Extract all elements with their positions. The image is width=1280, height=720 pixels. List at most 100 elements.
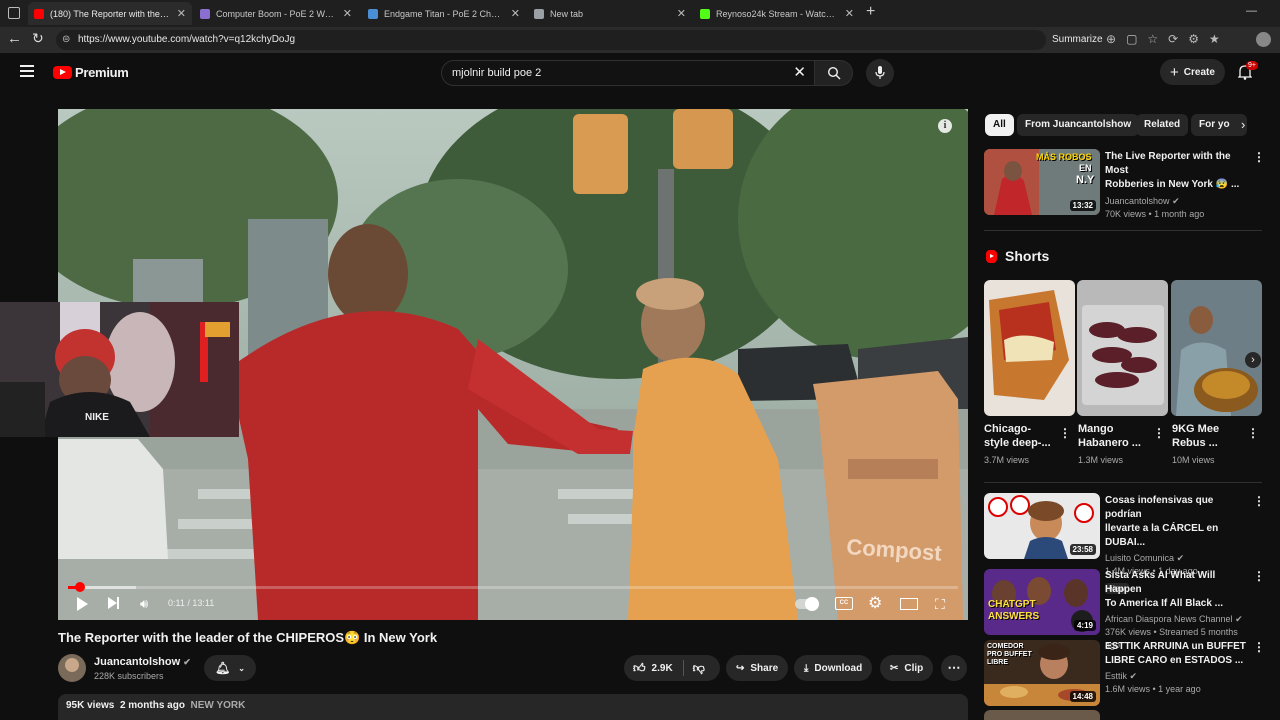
next-rec-thumbnail-partial[interactable] (984, 710, 1100, 720)
chip-related[interactable]: Related (1136, 114, 1189, 136)
short-info[interactable]: Mango Habanero ... 1.3M views (1078, 422, 1158, 467)
url-field[interactable]: ⊜ https://www.youtube.com/watch?v=q12kch… (56, 30, 1046, 50)
favorite-icon[interactable]: ☆ (1147, 32, 1168, 46)
download-button[interactable]: ⤓ Download (794, 655, 873, 681)
minimize-icon[interactable]: — (1246, 5, 1257, 17)
thumbs-down-icon[interactable]: 👎︎ (693, 661, 705, 676)
short-menu-icon[interactable]: ⋮ (1153, 426, 1165, 440)
close-tab-icon[interactable]: ✕ (511, 7, 520, 20)
short-thumbnail[interactable] (984, 280, 1075, 416)
translate-icon[interactable]: ⊕ (1106, 32, 1126, 46)
youtube-header: Premium mjolnir build poe 2 ✕ + Create 9… (0, 53, 1280, 95)
close-tab-icon[interactable]: ✕ (845, 7, 854, 20)
volume-button[interactable]: 🔊︎ (140, 596, 148, 612)
refresh-extension-icon[interactable]: ⟳ (1168, 32, 1188, 46)
svg-text:NIKE: NIKE (85, 412, 109, 423)
rec-thumbnail[interactable]: CHATGPT ANSWERS 4:19 (984, 569, 1100, 635)
reader-icon[interactable]: ▢ (1126, 32, 1147, 46)
tab-title: Reynoso24k Stream - Watch Live (716, 8, 839, 19)
microphone-icon (875, 66, 885, 79)
browser-tab[interactable]: Computer Boom - PoE 2 Warrior ✕ (194, 2, 358, 25)
chip-from-channel[interactable]: From Juancantolshow (1017, 114, 1140, 136)
youtube-logo[interactable]: Premium (53, 65, 129, 80)
divider (984, 482, 1262, 483)
menu-icon[interactable] (20, 65, 34, 77)
close-tab-icon[interactable]: ✕ (677, 7, 686, 20)
shorts-next-icon[interactable]: › (1245, 352, 1261, 368)
channel-name[interactable]: Juancantolshow ✔ (94, 656, 191, 668)
summarize-button[interactable]: Summarize (1052, 34, 1103, 45)
next-button[interactable] (108, 597, 119, 609)
short-info[interactable]: 9KG Mee Rebus ... 10M views (1172, 422, 1252, 467)
next-icon (108, 597, 117, 609)
thumbnail-caption: COMEDOR PRO BUFFET LIBRE (987, 643, 1032, 666)
short-thumbnail[interactable] (1077, 280, 1168, 416)
search-input[interactable]: mjolnir build poe 2 ✕ (441, 60, 815, 86)
create-button[interactable]: + Create (1160, 59, 1225, 85)
rec-title-line1: ESTTIK ARRUINA un BUFFET (1105, 641, 1246, 652)
short-thumbnail[interactable]: › (1171, 280, 1262, 416)
search-button[interactable] (815, 60, 853, 86)
extensions-icon[interactable]: ⚙ (1188, 32, 1209, 46)
captions-button[interactable]: CC (835, 597, 853, 610)
progress-bar[interactable] (68, 582, 958, 592)
rec-menu-icon[interactable]: ⋮ (1253, 494, 1265, 508)
reload-icon[interactable]: ↻ (32, 30, 44, 47)
rec-thumbnail[interactable]: COMEDOR PRO BUFFET LIBRE 14:48 (984, 640, 1100, 706)
new-tab-icon[interactable]: + (866, 3, 875, 21)
tab-actions-icon[interactable] (8, 7, 20, 19)
share-label: Share (750, 662, 779, 674)
subscribe-bell-button[interactable]: 🔔︎ ⌄ (204, 655, 256, 681)
settings-button[interactable]: ⚙ (868, 593, 882, 613)
info-icon[interactable]: i (938, 119, 952, 133)
short-menu-icon[interactable]: ⋮ (1059, 426, 1071, 440)
more-actions-button[interactable]: ⋯ (941, 655, 967, 681)
thumbnail-caption-3: N.Y (1076, 174, 1095, 186)
chips-next-icon[interactable]: › (1241, 117, 1245, 132)
short-menu-icon[interactable]: ⋮ (1247, 426, 1259, 440)
rec-menu-icon[interactable]: ⋮ (1253, 150, 1265, 164)
notifications-button[interactable]: 9+ (1237, 61, 1258, 85)
location-tag[interactable]: NEW YORK (191, 700, 246, 711)
close-tab-icon[interactable]: ✕ (177, 7, 186, 20)
rec-info[interactable]: ESTTIK ARRUINA un BUFFET LIBRE CARO en E… (1105, 640, 1250, 696)
channel-avatar[interactable] (58, 654, 86, 682)
view-count: 95K views (66, 700, 115, 711)
clip-label: Clip (904, 662, 924, 674)
clip-button[interactable]: ✂ Clip (880, 655, 934, 681)
chip-all[interactable]: All (985, 114, 1014, 136)
share-button[interactable]: ↪ Share (726, 655, 789, 681)
rec-menu-icon[interactable]: ⋮ (1253, 640, 1265, 654)
short-title-line2: Habanero ... (1078, 437, 1141, 449)
tab-favicon-icon (368, 8, 378, 19)
theater-mode-button[interactable] (900, 598, 918, 610)
browser-tab[interactable]: (180) The Reporter with the leade ✕ (28, 2, 192, 25)
close-tab-icon[interactable]: ✕ (343, 7, 352, 20)
thumbnail-caption-1: MÁS ROBOS (1036, 152, 1092, 162)
voice-search-button[interactable] (866, 59, 894, 87)
rec-thumbnail[interactable]: MÁS ROBOS EN N.Y 13:32 (984, 149, 1100, 215)
browser-tab-bar: (180) The Reporter with the leade✕Comput… (0, 0, 1280, 27)
thumbs-up-icon: 👍︎ (633, 660, 646, 675)
rec-info[interactable]: The Live Reporter with the Most Robberie… (1105, 150, 1250, 221)
description-box[interactable]: 95K views 2 months ago NEW YORK (58, 694, 968, 720)
url-text: https://www.youtube.com/watch?v=q12kchyD… (78, 34, 296, 45)
profile-avatar[interactable] (1256, 32, 1271, 47)
short-info[interactable]: Chicago- style deep-... 3.7M views (984, 422, 1064, 467)
chip-for-you[interactable]: For yo (1191, 114, 1247, 136)
rec-thumbnail[interactable]: 23:58 (984, 493, 1100, 559)
like-button[interactable]: 👍︎ 2.9K 👎︎ (624, 655, 720, 681)
autoplay-toggle[interactable] (795, 597, 819, 611)
back-icon[interactable]: ← (7, 30, 22, 47)
browser-tab[interactable]: Endgame Titan - PoE 2 Character ✕ (362, 2, 526, 25)
rec-menu-icon[interactable]: ⋮ (1253, 569, 1265, 583)
site-info-icon[interactable]: ⊜ (62, 30, 70, 50)
browser-tab[interactable]: New tab ✕ (528, 2, 692, 25)
verified-icon: ✔ (1172, 196, 1180, 206)
fullscreen-button[interactable]: ⛶ (935, 596, 945, 613)
collections-icon[interactable]: ★ (1209, 32, 1230, 46)
browser-tab[interactable]: Reynoso24k Stream - Watch Live ✕ (694, 2, 860, 25)
clear-search-icon[interactable]: ✕ (793, 61, 806, 85)
shorts-header: Shorts (986, 248, 1049, 264)
play-button[interactable] (77, 597, 88, 611)
